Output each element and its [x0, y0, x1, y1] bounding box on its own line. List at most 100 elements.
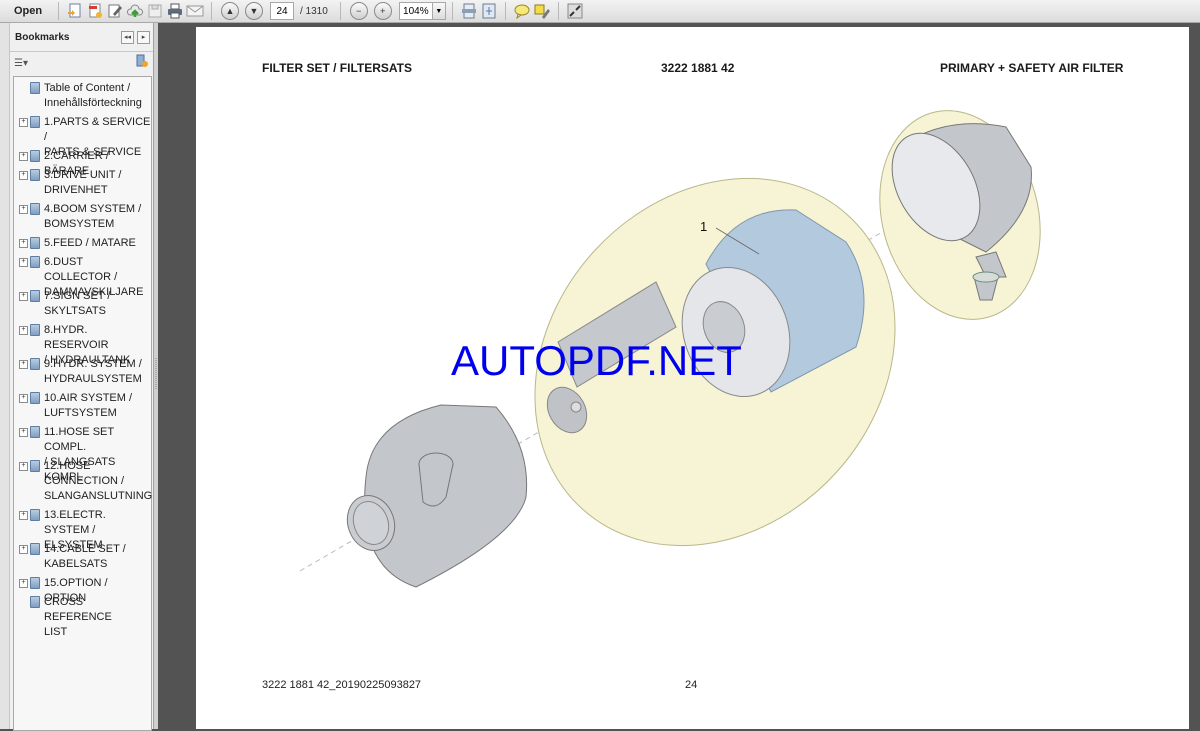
toolbar-divider	[557, 2, 559, 20]
expand-icon[interactable]: +	[19, 462, 28, 471]
expand-panel-icon[interactable]: ▸	[137, 30, 150, 44]
zoom-level-input[interactable]: 104%	[398, 2, 433, 20]
panel-title: Bookmarks	[15, 31, 70, 43]
header-title: FILTER SET / FILTERSATS	[262, 61, 412, 75]
bookmark-item[interactable]: +9.HYDR. SYSTEM / HYDRAULSYSTEM	[14, 357, 151, 387]
new-bookmark-icon[interactable]	[135, 54, 149, 73]
bookmarks-tools: ☰▾	[10, 52, 153, 74]
expand-icon[interactable]: +	[19, 292, 28, 301]
bookmark-item[interactable]: +14.CABLE SET / KABELSATS	[14, 542, 151, 572]
bookmark-label: 9.HYDR. SYSTEM / HYDRAULSYSTEM	[44, 358, 142, 385]
toolbar-divider	[58, 2, 59, 20]
bookmark-item[interactable]: +12.HOSE CONNECTION / SLANGANSLUTNING	[14, 459, 152, 504]
bookmark-item[interactable]: +2.CARRIER / BÄRARE	[14, 149, 151, 177]
expand-icon[interactable]: +	[19, 171, 28, 180]
bookmark-item[interactable]: +11.HOSE SET COMPL. / SLANGSATS KOMPL	[14, 425, 151, 483]
expand-icon[interactable]: +	[19, 152, 28, 161]
bookmark-icon	[30, 596, 40, 608]
expand-icon[interactable]: +	[19, 118, 28, 127]
bookmark-item[interactable]: CROSS REFERENCE LIST	[14, 595, 151, 638]
bookmark-icon	[30, 82, 40, 94]
email-icon[interactable]	[185, 1, 205, 21]
pdf-page: FILTER SET / FILTERSATS 3222 1881 42 PRI…	[196, 27, 1189, 729]
expand-icon[interactable]: +	[19, 205, 28, 214]
edit-icon[interactable]	[105, 1, 125, 21]
cloud-upload-icon[interactable]	[125, 1, 145, 21]
expand-icon[interactable]: +	[19, 545, 28, 554]
bookmark-icon	[30, 169, 40, 181]
toolbar-divider	[451, 2, 453, 20]
resize-grip[interactable]	[155, 358, 157, 390]
bookmark-label: 3.DRIVE UNIT / DRIVENHET	[44, 169, 122, 196]
previous-page-icon[interactable]: ▲	[221, 2, 239, 20]
expand-icon[interactable]: +	[19, 360, 28, 369]
collapse-panel-icon[interactable]: ◂◂	[121, 30, 134, 44]
bookmark-icon	[30, 256, 40, 268]
watermark: AUTOPDF.NET	[451, 337, 742, 384]
bookmark-item[interactable]: +4.BOOM SYSTEM / BOMSYSTEM	[14, 202, 151, 232]
zoom-out-icon[interactable]: −	[349, 2, 368, 20]
bookmark-icon	[30, 509, 40, 521]
bookmark-icon	[30, 150, 40, 162]
footer-doc-id: 3222 1881 42_20190225093827	[262, 679, 422, 691]
bookmark-list: Table of Content / Innehållsförteckning +…	[13, 76, 152, 731]
expand-icon[interactable]: +	[19, 258, 28, 267]
options-menu-icon[interactable]: ☰▾	[14, 58, 28, 69]
open-button[interactable]: Open	[2, 1, 50, 21]
bookmark-icon	[30, 543, 40, 555]
page-total: / 1310	[300, 5, 328, 17]
fit-width-icon[interactable]	[459, 1, 479, 21]
bookmark-label: Table of Content / Innehållsförteckning	[44, 82, 142, 109]
bookmark-icon	[30, 460, 40, 472]
zoom-in-icon[interactable]: +	[373, 2, 392, 20]
toolbar-divider	[504, 2, 506, 20]
convert-icon[interactable]	[85, 1, 105, 21]
bookmark-item[interactable]: Table of Content / Innehållsförteckning	[14, 81, 151, 111]
housing	[346, 404, 528, 588]
bookmark-label: 14.CABLE SET / KABELSATS	[44, 543, 126, 570]
bookmark-label: 7.SIGN SET / SKYLTSATS	[44, 290, 111, 317]
highlight-icon[interactable]	[532, 1, 552, 21]
bookmark-item[interactable]: +10.AIR SYSTEM / LUFTSYSTEM	[14, 391, 151, 421]
bookmark-label: CROSS REFERENCE LIST	[44, 596, 112, 638]
bookmark-item[interactable]: +3.DRIVE UNIT / DRIVENHET	[14, 168, 151, 198]
header-part-number: 3222 1881 42	[661, 61, 735, 75]
bookmark-icon	[30, 116, 40, 128]
full-screen-icon[interactable]	[565, 1, 585, 21]
toolbar: Open ▲ ▼ 24 / 1310 − + 104% ▼	[0, 0, 1200, 23]
save-icon[interactable]	[145, 1, 165, 21]
toolbar-divider	[339, 2, 341, 20]
expand-icon[interactable]: +	[19, 394, 28, 403]
header-description: PRIMARY + SAFETY AIR FILTER	[940, 61, 1124, 75]
page-number-input[interactable]: 24	[270, 2, 294, 20]
bookmark-icon	[30, 392, 40, 404]
expand-icon[interactable]: +	[19, 239, 28, 248]
expand-icon[interactable]: +	[19, 428, 28, 437]
bookmark-item[interactable]: +6.DUST COLLECTOR / DAMMAVSKILJARE	[14, 255, 151, 298]
expand-icon[interactable]: +	[19, 326, 28, 335]
fit-page-icon[interactable]	[479, 1, 499, 21]
bookmark-icon	[30, 203, 40, 215]
bookmark-item[interactable]: +7.SIGN SET / SKYLTSATS	[14, 289, 151, 319]
bookmarks-panel: Bookmarks ◂◂ ▸ ☰▾ Table of Content / Inn…	[0, 23, 154, 731]
next-page-icon[interactable]: ▼	[245, 2, 263, 20]
comment-icon[interactable]	[512, 1, 532, 21]
bookmark-item[interactable]: +13.ELECTR. SYSTEM / ELSYSTEM	[14, 508, 151, 551]
bookmark-item[interactable]: +15.OPTION / OPTION	[14, 576, 151, 604]
expand-icon[interactable]: +	[19, 511, 28, 520]
bookmark-label: 4.BOOM SYSTEM / BOMSYSTEM	[44, 203, 142, 230]
callout-number: 1	[700, 219, 708, 234]
bookmark-icon	[30, 426, 40, 438]
bookmark-icon	[30, 577, 40, 589]
bookmark-item[interactable]: +8.HYDR. RESERVOIR / HYDRAULTANK	[14, 323, 151, 366]
create-pdf-icon[interactable]	[65, 1, 85, 21]
print-icon[interactable]	[165, 1, 185, 21]
zoom-dropdown-icon[interactable]: ▼	[432, 2, 446, 20]
bookmark-item[interactable]: +1.PARTS & SERVICE / PARTS & SERVICE	[14, 115, 151, 158]
bookmark-icon	[30, 324, 40, 336]
bookmark-label: 5.FEED / MATARE	[44, 237, 136, 249]
footer-page-number: 24	[685, 679, 698, 691]
bookmark-item[interactable]: +5.FEED / MATARE	[14, 236, 151, 251]
toolbar-divider	[211, 2, 212, 20]
expand-icon[interactable]: +	[19, 579, 28, 588]
